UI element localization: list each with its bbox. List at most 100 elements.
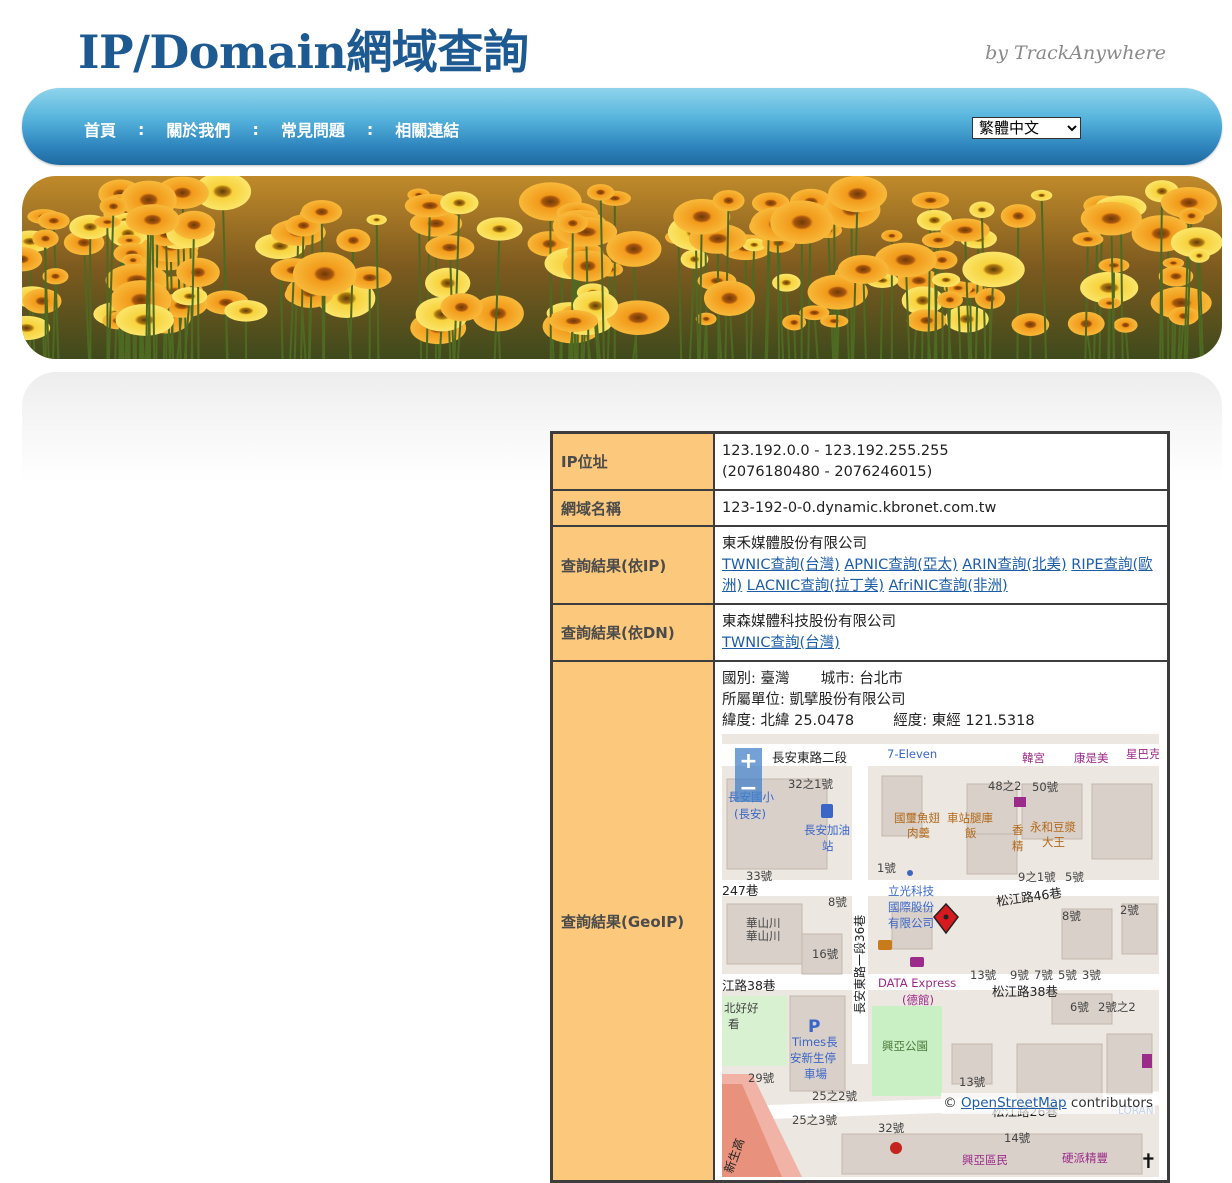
lookup-results-table: IP位址 123.192.0.0 - 123.192.255.255 (2076… (550, 431, 1170, 1183)
map-label-no16: 16號 (812, 947, 839, 961)
nav-links: 首頁 : 關於我們 : 常見問題 : 相關連結 (84, 117, 459, 141)
afrinic-link[interactable]: AfriNIC查詢(非洲) (889, 578, 1008, 594)
fuel-icon (821, 804, 833, 818)
map-label-no5: 5號 (1065, 870, 1084, 884)
geo-unit: 所屬單位: 凱擘股份有限公司 (722, 690, 1159, 711)
map-label-times3: 車場 (804, 1067, 827, 1081)
flower-banner-image (22, 176, 1222, 359)
map-label-no25-2: 25之2號 (812, 1089, 857, 1103)
map-label-no9-1: 9之1號 (1018, 870, 1056, 884)
nav-home-link[interactable]: 首頁 (84, 117, 116, 141)
geoip-map[interactable]: 長安東路二段 7-Eleven 韓宮 康是美 星巴克 32之1號 長安國小 (長… (722, 734, 1159, 1177)
map-label-yonghe2: 大王 (1042, 835, 1065, 849)
pharmacy-icon (890, 1142, 902, 1154)
lacnic-link[interactable]: LACNIC查詢(拉丁美) (747, 578, 884, 594)
map-label-no8a: 8號 (828, 895, 847, 909)
nav-about-link[interactable]: 關於我們 (166, 117, 230, 141)
map-label-no13b: 13號 (959, 1075, 986, 1089)
map-label-lane36: 長安東路一段36巷 (852, 915, 867, 1014)
domain-name-label: 網域名稱 (552, 490, 715, 526)
map-label-kan: 看 (728, 1017, 740, 1031)
map-label-lane247: 247巷 (722, 883, 759, 898)
map-label-no2-2: 2號之2 (1098, 1000, 1136, 1014)
ip-address-row: IP位址 123.192.0.0 - 123.192.255.255 (2076… (552, 433, 1169, 491)
openstreetmap-link[interactable]: OpenStreetMap (961, 1095, 1067, 1111)
ip-address-label: IP位址 (552, 433, 715, 491)
map-label-station: 車站腿庫 (947, 811, 993, 825)
map-label-station2: 飯 (965, 826, 977, 840)
map-label-road: 長安東路二段 (772, 750, 847, 765)
arin-link[interactable]: ARIN查詢(北美) (962, 557, 1066, 573)
map-label-yonghe: 永和豆漿 (1030, 820, 1076, 834)
map-label-huashan1: 華山川 (746, 916, 781, 930)
office-dot-icon (907, 870, 913, 876)
map-label-guoji: 國際股份 (888, 900, 934, 914)
result-geoip-row: 查詢結果(GeoIP) 國別: 臺灣 城市: 台北市 所屬單位: 凱擘股份有限公… (552, 661, 1169, 1182)
map-label-xingbake: 星巴克 (1126, 747, 1159, 761)
map-label-hanshi: 韓宮 (1022, 751, 1045, 765)
nav-faq-link[interactable]: 常見問題 (281, 117, 345, 141)
map-label-xiang: 香 (1012, 823, 1024, 837)
map-label-parking: P (808, 1017, 820, 1037)
geo-country: 國別: 臺灣 (722, 671, 790, 687)
nav-related-links-link[interactable]: 相關連結 (395, 117, 459, 141)
result-by-dn-row: 查詢結果(依DN) 東森媒體科技股份有限公司 TWNIC查詢(台灣) (552, 604, 1169, 661)
map-label-dezhe: (德館) (902, 993, 934, 1007)
nav-separator: : (138, 120, 144, 139)
map-label-songjiang38b: 松江路38巷 (992, 984, 1058, 999)
map-label-restaurant2: 肉羹 (907, 826, 930, 840)
zoom-in-button[interactable]: + (735, 748, 762, 775)
map-label-gas: 長安加油 (804, 823, 850, 837)
map-label-times: Times長 (791, 1035, 838, 1049)
shop-icon (1014, 797, 1026, 807)
result-geoip-value: 國別: 臺灣 城市: 台北市 所屬單位: 凱擘股份有限公司 緯度: 北緯 25.… (714, 661, 1169, 1182)
map-label-xingya: 興亞公園 (882, 1039, 928, 1053)
map-label-kangshimei: 康是美 (1074, 751, 1109, 765)
dn-owner-org: 東森媒體科技股份有限公司 (722, 612, 1159, 633)
result-by-dn-value: 東森媒體科技股份有限公司 TWNIC查詢(台灣) (714, 604, 1169, 661)
map-label-restaurant: 國璽魚翅 (894, 811, 940, 825)
zoom-out-button[interactable]: − (735, 775, 762, 802)
site-byline: by TrackAnywhere (985, 42, 1166, 64)
map-label-no2a: 2號 (1120, 903, 1139, 917)
map-label-data-express: DATA Express (878, 976, 956, 990)
attribution-prefix: © (943, 1095, 961, 1111)
attribution-suffix: contributors (1067, 1095, 1153, 1111)
twnic-link[interactable]: TWNIC查詢(台灣) (722, 557, 840, 573)
map-label-no32: 32號 (878, 1121, 905, 1135)
apnic-link[interactable]: APNIC查詢(亞太) (844, 557, 957, 573)
map-label-7eleven: 7-Eleven (887, 747, 937, 761)
map-label-no5b: 5號 (1058, 968, 1077, 982)
map-attribution: © OpenStreetMap contributors (941, 1093, 1155, 1114)
ip-range: 123.192.0.0 - 123.192.255.255 (722, 441, 1159, 462)
twnic-dn-link[interactable]: TWNIC查詢(台灣) (722, 635, 840, 651)
map-label-gas2: 站 (822, 839, 834, 853)
map-label-no33: 33號 (746, 869, 773, 883)
map-label-no7: 7號 (1034, 968, 1053, 982)
map-label-huashan2: 華山川 (746, 929, 781, 943)
map-label-jing: 精 (1012, 839, 1024, 853)
ip-owner-org: 東禾媒體股份有限公司 (722, 534, 1159, 555)
geo-longitude: 經度: 東經 121.5318 (893, 713, 1034, 729)
ip-numeric-range: (2076180480 - 2076246015) (722, 462, 1159, 483)
map-label-songjiang38a: 江路38巷 (722, 978, 776, 993)
map-label-no50: 50號 (1032, 780, 1059, 794)
ip-address-value: 123.192.0.0 - 123.192.255.255 (207618048… (714, 433, 1169, 491)
nav-separator: : (367, 120, 373, 139)
language-select[interactable]: 繁體中文 (972, 117, 1081, 139)
map-label-yingpai: 硬派精豐 (1062, 1151, 1108, 1165)
map-label-liguang: 立光科技 (888, 884, 934, 898)
domain-name-row: 網域名稱 123-192-0-0.dynamic.kbronet.com.tw (552, 490, 1169, 526)
site-title: IP/Domain網域查詢 (78, 16, 528, 82)
geo-coordinates: 緯度: 北緯 25.0478 經度: 東經 121.5318 (722, 711, 1159, 732)
map-cross-icon: ✝ (1140, 1149, 1157, 1173)
result-by-ip-row: 查詢結果(依IP) 東禾媒體股份有限公司 TWNIC查詢(台灣) APNIC查詢… (552, 526, 1169, 604)
shop2-icon (1142, 1054, 1152, 1068)
tv-icon (910, 957, 924, 967)
nav-separator: : (252, 120, 258, 139)
domain-name-value: 123-192-0-0.dynamic.kbronet.com.tw (714, 490, 1169, 526)
map-label-no8b: 8號 (1062, 909, 1081, 923)
map-label-times2: 安新生停 (790, 1051, 836, 1065)
map-label-youxian: 有限公司 (888, 916, 934, 930)
map-label-no25-3: 25之3號 (792, 1113, 837, 1127)
